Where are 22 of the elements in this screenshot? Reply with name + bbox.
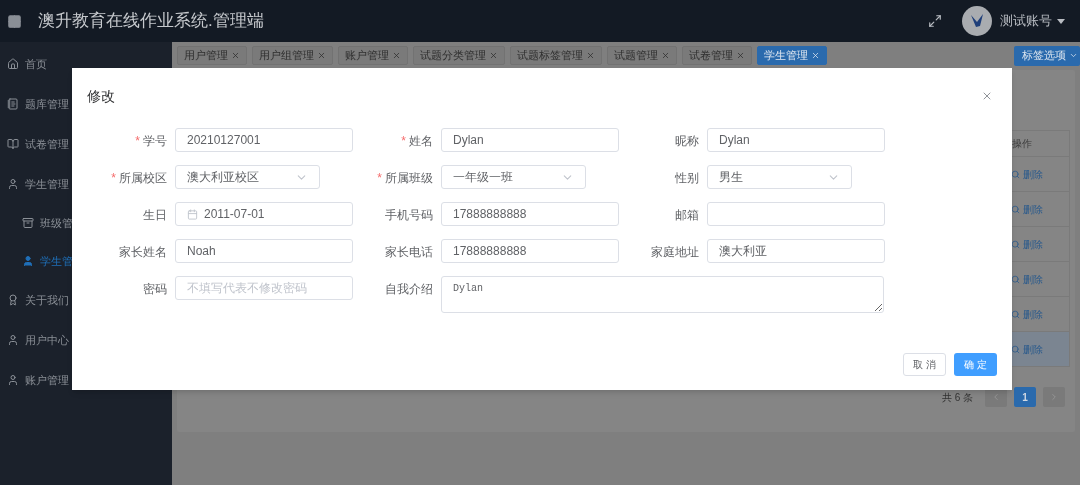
field-label: 自我介绍 [385,281,433,298]
field-label: 密码 [143,281,167,298]
field-label: 邮箱 [675,207,699,224]
field-label: 所属班级 [385,170,433,187]
field-label: 家长姓名 [119,244,167,261]
field-label: 所属校区 [119,170,167,187]
field-label: 手机号码 [385,207,433,224]
dialog-title: 修改 [87,86,115,106]
app-title: 澳升教育在线作业系统.管理端 [38,10,264,33]
field-label: 姓名 [409,133,433,150]
required-mark: * [377,170,382,187]
total-count: 共 6 条 [941,390,973,405]
required-mark: * [111,170,116,187]
field-label: 学号 [143,133,167,150]
field-label: 家长电话 [385,244,433,261]
field-label: 生日 [143,207,167,224]
required-mark: * [135,133,140,150]
field-label: 性别 [675,170,699,187]
required-mark: * [401,133,406,150]
field-label: 昵称 [675,133,699,150]
column-header: 操作 [1012,137,1032,151]
field-label: 家庭地址 [651,244,699,261]
